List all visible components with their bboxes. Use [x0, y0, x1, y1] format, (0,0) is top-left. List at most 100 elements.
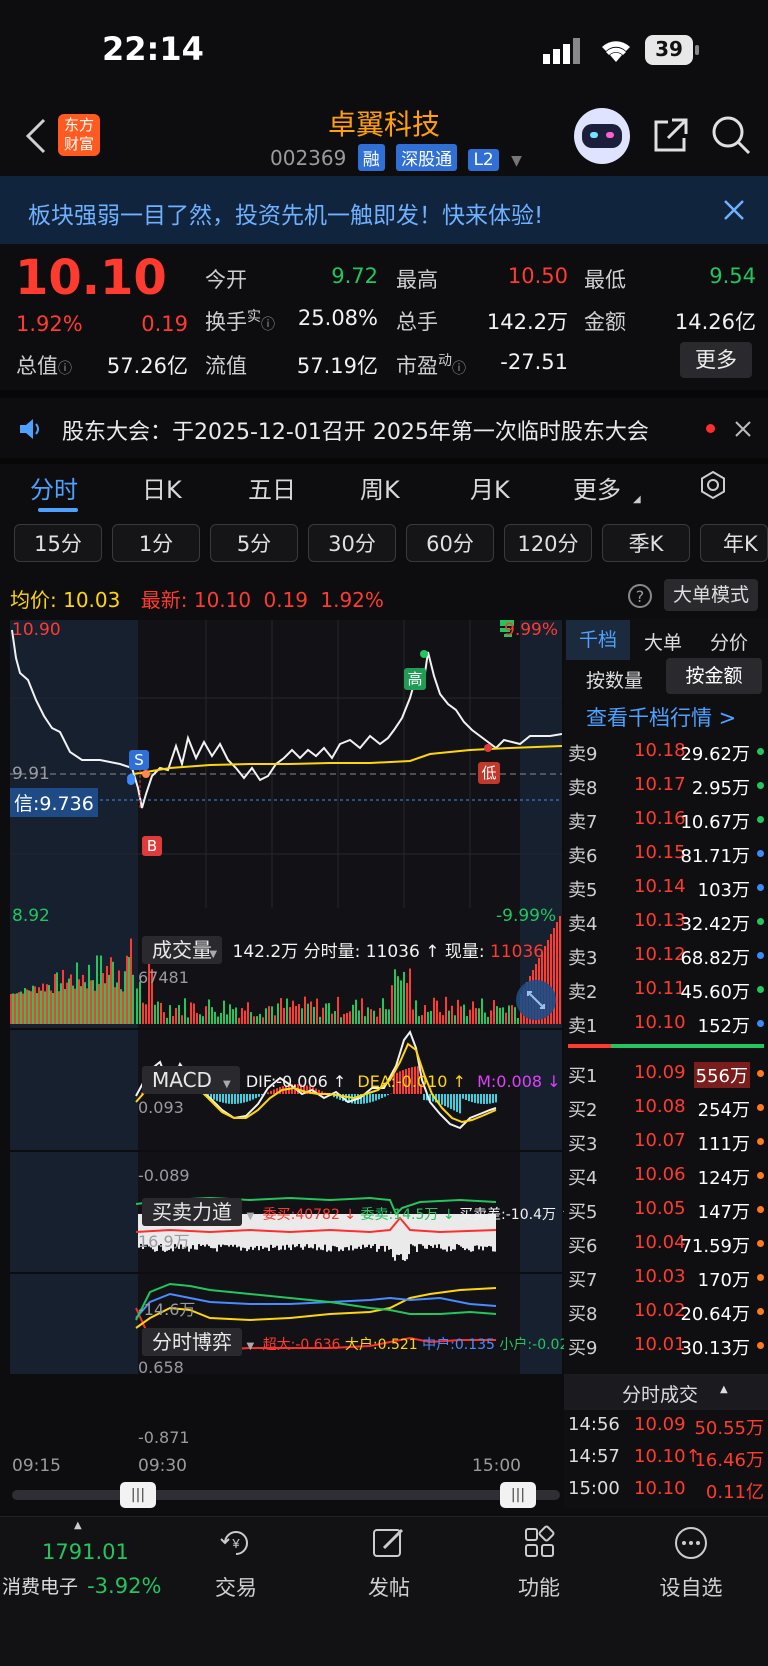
- buy-row[interactable]: 买410.06124万: [568, 1160, 764, 1192]
- sell-marker-dot: [757, 748, 764, 755]
- index-row[interactable]: 消费电子 -3.92%: [2, 1572, 161, 1599]
- buy-row[interactable]: 买510.05147万: [568, 1194, 764, 1226]
- expand-icon[interactable]: [516, 980, 556, 1020]
- volume-bar: [181, 1015, 183, 1024]
- tab-weekly[interactable]: 周K: [360, 470, 400, 505]
- sell-row[interactable]: 卖510.14103万: [568, 872, 764, 904]
- index-value[interactable]: 1791.01: [42, 1540, 129, 1564]
- volume-total: 142.2万: [233, 942, 299, 962]
- period-quarter[interactable]: 季K: [602, 524, 690, 562]
- info-icon[interactable]: ⓘ: [452, 361, 466, 377]
- add-watchlist-icon[interactable]: [672, 1524, 710, 1562]
- close-icon[interactable]: [734, 420, 752, 438]
- volume-bar: [433, 998, 435, 1024]
- dropdown-icon[interactable]: ▼: [246, 1211, 254, 1222]
- buy-marker[interactable]: B: [142, 836, 162, 856]
- buy-row[interactable]: 买910.0130.13万: [568, 1330, 764, 1362]
- latest-value: 10.10: [194, 588, 251, 612]
- tab-five-day[interactable]: 五日: [248, 470, 296, 505]
- buy-side: 买1: [568, 1062, 597, 1088]
- function-icon[interactable]: [521, 1524, 559, 1562]
- volume-bar: [139, 982, 141, 1024]
- dropdown-icon[interactable]: ▼: [223, 1079, 231, 1090]
- sell-row[interactable]: 卖110.10152万: [568, 1008, 764, 1040]
- help-icon[interactable]: ?: [628, 584, 652, 608]
- sell-row[interactable]: 卖410.1332.42万: [568, 906, 764, 938]
- nav-trade[interactable]: 交易: [181, 1572, 291, 1602]
- period-60m[interactable]: 60分: [406, 524, 494, 562]
- nav-post[interactable]: 发帖: [334, 1572, 444, 1602]
- ob-subtab-quantity[interactable]: 按数量: [586, 666, 643, 693]
- sell-row[interactable]: 卖610.1581.71万: [568, 838, 764, 870]
- post-icon[interactable]: [370, 1524, 408, 1562]
- period-120m[interactable]: 120分: [504, 524, 592, 562]
- sell-marker[interactable]: S: [129, 750, 149, 770]
- buy-row[interactable]: 买610.0471.59万: [568, 1228, 764, 1260]
- robot-avatar-icon[interactable]: [574, 108, 630, 164]
- sell-row[interactable]: 卖910.1829.62万: [568, 736, 764, 768]
- dropdown-icon[interactable]: ▼: [511, 153, 522, 169]
- volume-bar: [340, 1017, 342, 1024]
- volume-bar: [430, 1011, 432, 1024]
- share-icon[interactable]: [650, 116, 690, 156]
- ob-view-link[interactable]: 查看千档行情 >: [586, 702, 736, 732]
- force-diff: 买卖差:-10.4万 ↑: [459, 1207, 572, 1223]
- close-icon[interactable]: [722, 198, 746, 222]
- sell-row[interactable]: 卖310.1268.82万: [568, 940, 764, 972]
- volume-bar: [72, 986, 74, 1024]
- buy-row[interactable]: 买310.07111万: [568, 1126, 764, 1158]
- dropdown-icon[interactable]: ▼: [246, 1341, 254, 1352]
- range-slider-left-handle[interactable]: |||: [120, 1482, 156, 1508]
- volume-bar: [126, 956, 128, 1024]
- tab-more[interactable]: 更多: [573, 470, 621, 505]
- buy-volume: 30.13万: [680, 1334, 750, 1360]
- period-15m[interactable]: 15分: [14, 524, 102, 562]
- tab-monthly[interactable]: 月K: [470, 470, 510, 505]
- force-label[interactable]: 买卖力道: [142, 1198, 242, 1226]
- volume-bar: [472, 1001, 474, 1024]
- range-slider-right-handle[interactable]: |||: [500, 1482, 536, 1508]
- volume-bar: [34, 986, 36, 1024]
- period-30m[interactable]: 30分: [308, 524, 396, 562]
- turnover-value: 25.08%: [280, 306, 378, 330]
- game-label[interactable]: 分时博弈: [142, 1328, 242, 1356]
- search-icon[interactable]: [710, 114, 752, 156]
- sell-row[interactable]: 卖810.172.95万: [568, 770, 764, 802]
- period-5m[interactable]: 5分: [210, 524, 298, 562]
- more-button[interactable]: 更多: [680, 342, 752, 378]
- ob-subtab-amount[interactable]: 按金额: [666, 658, 762, 694]
- promo-banner[interactable]: 板块强弱一目了然，投资先机一触即发！快来体验!: [0, 176, 768, 244]
- ob-tab-big-order[interactable]: 大单: [644, 628, 682, 655]
- nav-function[interactable]: 功能: [484, 1572, 594, 1602]
- buy-row[interactable]: 买810.0220.64万: [568, 1296, 764, 1328]
- settings-icon[interactable]: [698, 470, 728, 500]
- ob-tab-thousand[interactable]: 千档: [566, 620, 630, 660]
- sell-row[interactable]: 卖210.1145.60万: [568, 974, 764, 1006]
- info-icon[interactable]: ⓘ: [261, 317, 275, 333]
- open-label: 今开: [205, 264, 247, 294]
- notice-bar[interactable]: 股东大会：于2025-12-01召开 2025年第一次临时股东大会: [0, 398, 768, 460]
- nav-add-watchlist[interactable]: 设自选: [636, 1572, 746, 1602]
- buy-marker-dot: [757, 1206, 764, 1213]
- info-icon[interactable]: ⓘ: [58, 361, 72, 377]
- tab-intraday[interactable]: 分时: [30, 470, 78, 505]
- tab-daily[interactable]: 日K: [142, 470, 182, 505]
- buy-row[interactable]: 买710.03170万: [568, 1262, 764, 1294]
- range-slider-track[interactable]: [12, 1490, 560, 1500]
- macd-bar: [216, 1094, 218, 1101]
- stock-code-row: 002369 融 深股通 L2 ▼: [270, 144, 522, 171]
- period-1m[interactable]: 1分: [112, 524, 200, 562]
- volume-bar: [253, 1016, 255, 1024]
- sell-price: 10.18: [634, 740, 686, 761]
- buy-row[interactable]: 买210.08254万: [568, 1092, 764, 1124]
- high-label: 最高: [396, 264, 438, 294]
- period-year[interactable]: 年K: [700, 524, 768, 562]
- volume-bar: [163, 1012, 165, 1024]
- trade-icon[interactable]: ¥: [217, 1524, 255, 1562]
- buy-row[interactable]: 买110.09556万: [568, 1058, 764, 1090]
- ob-tab-price-split[interactable]: 分价: [710, 628, 748, 655]
- volume-bar: [415, 1000, 417, 1024]
- dropdown-icon[interactable]: ▼: [209, 949, 217, 960]
- big-order-mode-button[interactable]: 大单模式: [664, 579, 758, 611]
- sell-row[interactable]: 卖710.1610.67万: [568, 804, 764, 836]
